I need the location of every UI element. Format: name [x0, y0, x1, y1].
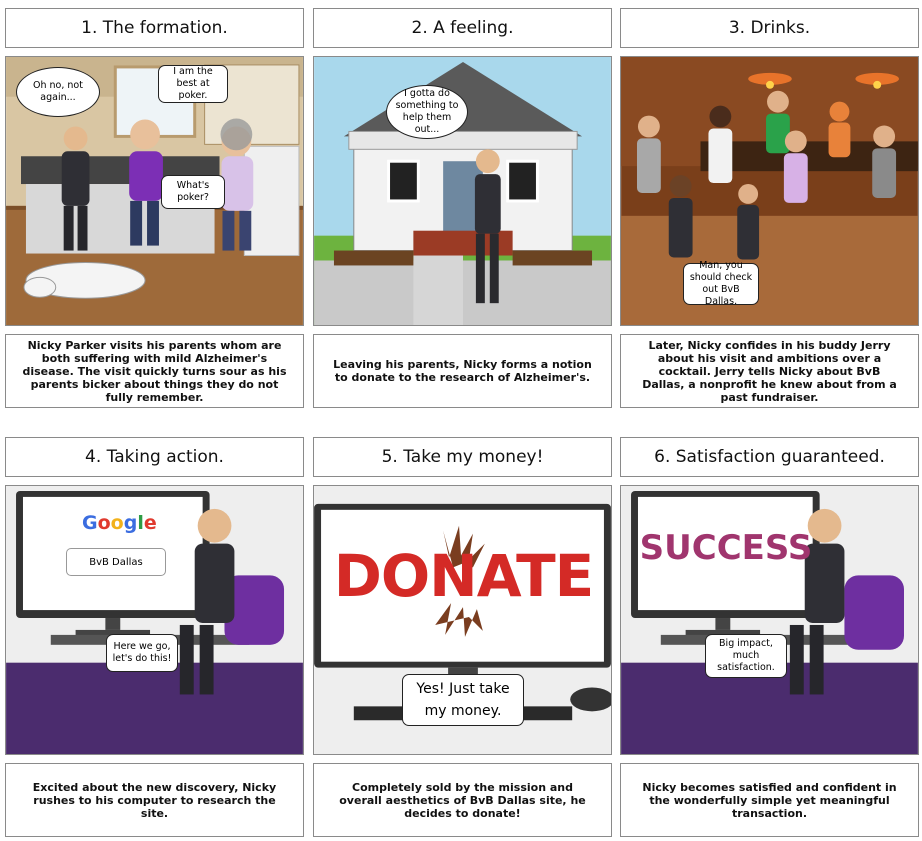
panel-6-title: 6. Satisfaction guaranteed. [620, 437, 919, 477]
google-logo-letter: e [143, 512, 157, 534]
speech-bubble: Here we go, let's do this! [106, 634, 178, 672]
panel-2-title: 2. A feeling. [313, 8, 612, 48]
panel-2-caption: Leaving his parents, Nicky forms a notio… [313, 334, 612, 408]
panel-2-scene: I gotta do something to help them out... [313, 56, 612, 326]
success-heading: SUCCESS [639, 528, 813, 568]
panel-5-scene: DONATE Yes! Just take my money. [313, 485, 612, 755]
speech-bubble: I am the best at poker. [158, 65, 228, 103]
speech-bubble: What's poker? [161, 175, 225, 209]
office-illustration [621, 486, 918, 754]
panel-4-caption: Excited about the new discovery, Nicky r… [5, 763, 304, 837]
panel-3-scene: Man, you should check out BvB Dallas. [620, 56, 919, 326]
speech-bubble: Oh no, not again... [16, 67, 100, 117]
google-logo: Google [82, 512, 157, 534]
panel-1-caption: Nicky Parker visits his parents whom are… [5, 334, 304, 408]
panel-3-caption: Later, Nicky confides in his buddy Jerry… [620, 334, 919, 408]
panel-5-title: 5. Take my money! [313, 437, 612, 477]
donate-heading: DONATE [333, 542, 595, 610]
panel-4-title: 4. Taking action. [5, 437, 304, 477]
panel-4-scene: Google BvB Dallas Here we go, let's do t… [5, 485, 304, 755]
speech-bubble: Yes! Just take my money. [402, 674, 524, 726]
google-logo-letter: o [97, 512, 111, 534]
speech-bubble: Man, you should check out BvB Dallas. [683, 260, 759, 307]
panel-5-caption: Completely sold by the mission and overa… [313, 763, 612, 837]
panel-1-title: 1. The formation. [5, 8, 304, 48]
google-logo-letter: o [110, 512, 124, 534]
panel-6-scene: SUCCESS Big impact, much satisfaction. [620, 485, 919, 755]
thought-bubble: I gotta do something to help them out... [386, 85, 468, 139]
panel-6-caption: Nicky becomes satisfied and confident in… [620, 763, 919, 837]
google-logo-letter: g [123, 512, 138, 534]
bar-illustration [621, 57, 918, 325]
panel-3-title: 3. Drinks. [620, 8, 919, 48]
speech-bubble: Big impact, much satisfaction. [705, 634, 787, 678]
search-input[interactable]: BvB Dallas [66, 548, 166, 576]
panel-1-scene: Oh no, not again... I am the best at pok… [5, 56, 304, 326]
google-logo-letter: G [82, 512, 98, 534]
